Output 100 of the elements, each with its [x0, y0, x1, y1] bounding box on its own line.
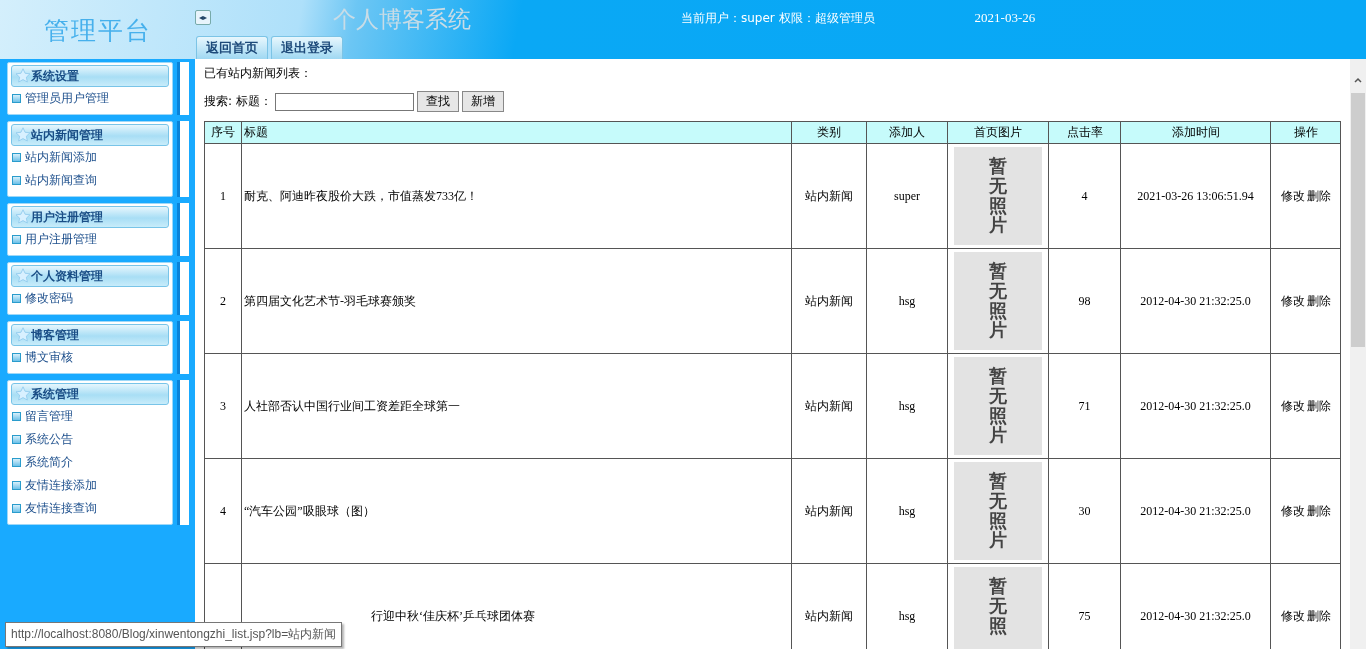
menu-group-header[interactable]: 个人资料管理	[11, 265, 169, 287]
menu-link[interactable]: 管理员用户管理	[25, 90, 109, 107]
column-header: 点击率	[1048, 121, 1121, 144]
table-cell: 人社部否认中国行业间工资差距全球第一	[241, 353, 792, 459]
square-bullet-icon	[12, 176, 21, 185]
row-action-link[interactable]: 修改	[1280, 608, 1305, 623]
menu-group-title: 博客管理	[31, 326, 79, 344]
column-header: 序号	[204, 121, 242, 144]
row-action-link[interactable]: 修改	[1280, 398, 1305, 413]
table-cell: 2012-04-30 21:32:25.0	[1120, 353, 1271, 459]
column-header: 操作	[1270, 121, 1341, 144]
star-icon	[15, 209, 31, 225]
table-cell: hsg	[866, 248, 948, 354]
menu-link[interactable]: 站内新闻添加	[25, 149, 97, 166]
panel-edge-bar	[177, 62, 189, 115]
scroll-up-icon[interactable]	[1353, 75, 1363, 85]
square-bullet-icon	[12, 235, 21, 244]
row-action-link[interactable]: 删除	[1306, 293, 1331, 308]
menu-link[interactable]: 博文审核	[25, 349, 73, 366]
row-action-link[interactable]: 修改	[1280, 293, 1305, 308]
table-cell: 98	[1048, 248, 1121, 354]
nav-tab[interactable]: 返回首页	[196, 36, 268, 59]
nav-tab[interactable]: 退出登录	[271, 36, 343, 59]
user-info: 当前用户：super 权限：超级管理员	[681, 10, 875, 27]
row-action-link[interactable]: 删除	[1306, 398, 1331, 413]
menu-link[interactable]: 修改密码	[25, 290, 73, 307]
menu-group-title: 用户注册管理	[31, 208, 103, 226]
panel-edge-bar	[177, 262, 189, 315]
menu-link[interactable]: 友情连接添加	[25, 477, 97, 494]
column-header: 添加人	[866, 121, 948, 144]
menu-group-header[interactable]: 系统设置	[11, 65, 169, 87]
status-url-tooltip: http://localhost:8080/Blog/xinwentongzhi_list.jsp?lb=站内新闻	[5, 622, 343, 647]
no-photo-tile: 暂无照片	[954, 147, 1042, 245]
column-header: 添加时间	[1120, 121, 1271, 144]
table-cell: 站内新闻	[791, 458, 867, 564]
date-text: 2021-03-26	[974, 10, 1036, 26]
table-cell: 3	[204, 353, 242, 459]
menu-group-header[interactable]: 用户注册管理	[11, 206, 169, 228]
table-cell: hsg	[866, 353, 948, 459]
star-icon	[15, 327, 31, 343]
row-action-link[interactable]: 删除	[1306, 188, 1331, 203]
menu-group-header[interactable]: 博客管理	[11, 324, 169, 346]
table-cell: 耐克、阿迪昨夜股价大跌，市值蒸发733亿！	[241, 143, 792, 249]
menu-group-header[interactable]: 站内新闻管理	[11, 124, 169, 146]
panel-edge-bar	[177, 321, 189, 374]
title-search-field[interactable]	[274, 92, 414, 111]
menu-group-title: 站内新闻管理	[31, 126, 103, 144]
menu-group-title: 个人资料管理	[31, 267, 103, 285]
square-bullet-icon	[12, 94, 21, 103]
table-cell: 2012-04-30 21:32:25.0	[1120, 458, 1271, 564]
list-heading: 已有站内新闻列表：	[204, 65, 313, 82]
menu-group-title: 系统设置	[31, 67, 79, 85]
table-cell: hsg	[866, 458, 948, 564]
table-cell: 站内新闻	[791, 353, 867, 459]
star-icon	[15, 127, 31, 143]
menu-link[interactable]: 用户注册管理	[25, 231, 97, 248]
row-action-link[interactable]: 修改	[1280, 503, 1305, 518]
scrollbar[interactable]	[1350, 59, 1366, 649]
square-bullet-icon	[12, 294, 21, 303]
menu-group-title: 系统管理	[31, 385, 79, 403]
square-bullet-icon	[12, 435, 21, 444]
menu-link[interactable]: 系统公告	[25, 431, 73, 448]
panel-edge-bar	[177, 203, 189, 256]
table-cell: 30	[1048, 458, 1121, 564]
no-photo-tile: 暂无照片	[954, 357, 1042, 455]
star-icon	[15, 386, 31, 402]
column-header: 首页图片	[947, 121, 1049, 144]
logo-text: 管理平台	[42, 15, 153, 47]
square-bullet-icon	[12, 353, 21, 362]
table-cell: 2021-03-26 13:06:51.94	[1120, 143, 1271, 249]
no-photo-tile: 暂无照	[954, 567, 1042, 649]
square-bullet-icon	[12, 412, 21, 421]
table-cell: 2	[204, 248, 242, 354]
table-cell: “汽车公园”吸眼球（图）	[241, 458, 792, 564]
star-icon	[15, 268, 31, 284]
star-icon	[15, 68, 31, 84]
table-cell: 1	[204, 143, 242, 249]
toggle-button[interactable]: ◂▸	[195, 10, 211, 25]
table-cell: 4	[204, 458, 242, 564]
form-button[interactable]: 查找	[416, 91, 459, 112]
search-label: 搜索: 标题：	[204, 93, 272, 110]
menu-link[interactable]: 友情连接查询	[25, 500, 97, 517]
square-bullet-icon	[12, 458, 21, 467]
table-cell: 4	[1048, 143, 1121, 249]
row-action-link[interactable]: 删除	[1306, 608, 1331, 623]
menu-link[interactable]: 留言管理	[25, 408, 73, 425]
table-cell: 2012-04-30 21:32:25.0	[1120, 248, 1271, 354]
no-photo-tile: 暂无照片	[954, 462, 1042, 560]
form-button[interactable]: 新增	[461, 91, 504, 112]
menu-link[interactable]: 站内新闻查询	[25, 172, 97, 189]
row-action-link[interactable]: 删除	[1306, 503, 1331, 518]
square-bullet-icon	[12, 481, 21, 490]
menu-link[interactable]: 系统简介	[25, 454, 73, 471]
row-action-link[interactable]: 修改	[1280, 188, 1305, 203]
table-cell: 站内新闻	[791, 248, 867, 354]
menu-group-header[interactable]: 系统管理	[11, 383, 169, 405]
table-cell: 71	[1048, 353, 1121, 459]
square-bullet-icon	[12, 504, 21, 513]
no-photo-tile: 暂无照片	[954, 252, 1042, 350]
column-header: 类别	[791, 121, 867, 144]
